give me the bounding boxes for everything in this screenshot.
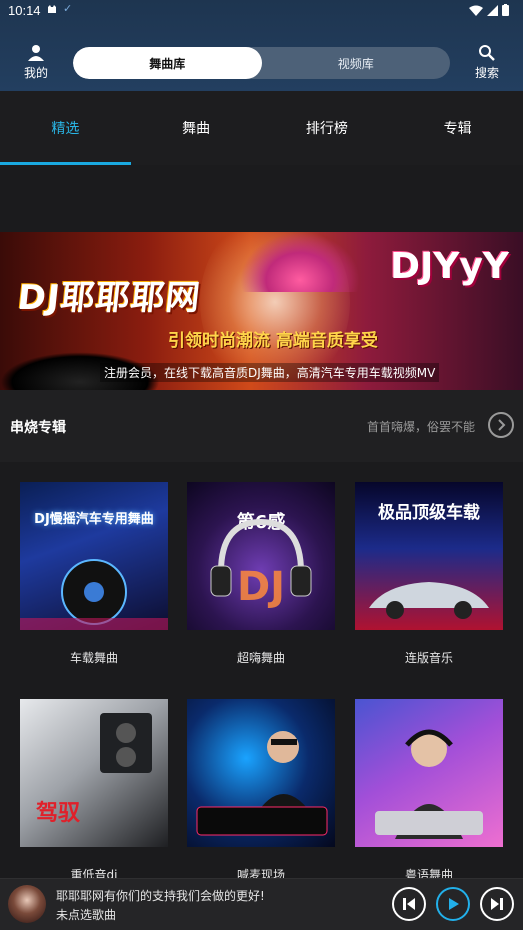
tab-video-library[interactable]: 视频库 [262, 47, 451, 79]
section-title: 串烧专辑 [10, 420, 66, 436]
status-bar: 10:14 ✓ [0, 0, 523, 22]
search-button[interactable]: 搜索 [465, 44, 509, 84]
battery-icon [502, 4, 509, 16]
tab-dance-library[interactable]: 舞曲库 [73, 47, 262, 79]
check-icon: ✓ [63, 2, 73, 15]
avatar [8, 885, 46, 923]
dj-mixer-icon [196, 731, 328, 836]
previous-icon [403, 898, 415, 910]
status-time: 10:14 [8, 3, 41, 18]
status-icons [469, 4, 509, 16]
headphones-icon: DJ [210, 518, 312, 610]
album-cover [187, 699, 335, 847]
album-cover: 驾驭 [20, 699, 168, 847]
album-cover [355, 699, 503, 847]
cover-text: 驾驭 [36, 801, 81, 826]
album-card[interactable]: 粤语舞曲 [355, 699, 503, 883]
turntable-icon [20, 559, 168, 630]
banner-brand-logo: DJYyY [390, 246, 509, 287]
album-card[interactable]: 驾驭 重低音dj [20, 699, 168, 883]
album-cover: 第6感 DJ [187, 482, 335, 630]
chevron-right-icon [498, 419, 506, 431]
category-tabs: 精选 舞曲 排行榜 专辑 [0, 91, 523, 165]
album-name: 连版音乐 [404, 651, 453, 665]
mine-label: 我的 [23, 66, 48, 80]
mini-player[interactable]: 耶耶耶网有你们的支持我们会做的更好! 未点选歌曲 [0, 878, 523, 930]
signal-icon [487, 4, 498, 16]
promo-banner[interactable]: DJ耶耶耶网 DJYyY 引领时尚潮流 高端音质享受 注册会员，在线下载高音质D… [0, 232, 523, 390]
player-message: 耶耶耶网有你们的支持我们会做的更好! [56, 889, 265, 903]
album-cover: 极品顶级车载 [355, 482, 503, 630]
banner-slogan: 引领时尚潮流 高端音质享受 [168, 331, 378, 351]
album-name: 车载舞曲 [69, 651, 118, 665]
next-button[interactable] [480, 887, 514, 921]
album-card[interactable]: 喊麦现场 [187, 699, 335, 883]
album-name: 超嗨舞曲 [236, 651, 285, 665]
banner-brand: DJ耶耶耶网 [15, 278, 203, 318]
album-card[interactable]: DJ慢摇汽车专用舞曲 车载舞曲 [20, 482, 168, 666]
player-song-status: 未点选歌曲 [56, 908, 117, 922]
banner-subtitle: 注册会员，在线下载高音质DJ舞曲，高清汽车专用车载视频MV [100, 363, 440, 382]
app-header: 10:14 ✓ 我的 舞曲库 视频库 搜索 [0, 0, 523, 91]
section-more-button[interactable] [488, 412, 514, 438]
app-notification-icon [48, 5, 56, 13]
next-icon [491, 898, 503, 910]
tab-ranking[interactable]: 排行榜 [262, 91, 393, 165]
car-icon [369, 582, 489, 619]
dj-headphones-icon [375, 729, 483, 839]
search-icon [479, 45, 495, 61]
cover-text: DJ慢摇汽车专用舞曲 [34, 512, 154, 527]
album-cover: DJ慢摇汽车专用舞曲 [20, 482, 168, 630]
cover-text: 极品顶级车载 [378, 503, 480, 523]
play-button[interactable] [436, 887, 470, 921]
tab-featured[interactable]: 精选 [0, 91, 131, 165]
album-grid: DJ慢摇汽车专用舞曲 车载舞曲 第6感 DJ 超嗨舞曲 极品顶级车载 连版音乐 … [0, 462, 523, 882]
mine-button[interactable]: 我的 [14, 44, 58, 84]
section-description: 首首嗨爆，俗罢不能 [366, 420, 475, 434]
album-card[interactable]: 第6感 DJ 超嗨舞曲 [187, 482, 335, 666]
previous-button[interactable] [392, 887, 426, 921]
tab-dance[interactable]: 舞曲 [131, 91, 262, 165]
user-icon [28, 45, 44, 61]
section-header: 串烧专辑 首首嗨爆，俗罢不能 [0, 390, 523, 462]
svg-text:DJ: DJ [237, 564, 285, 610]
tab-albums[interactable]: 专辑 [392, 91, 523, 165]
banner-character [240, 232, 360, 292]
search-label: 搜索 [474, 66, 499, 80]
library-switch: 舞曲库 视频库 [73, 47, 450, 79]
wifi-icon [469, 5, 483, 16]
album-card[interactable]: 极品顶级车载 连版音乐 [355, 482, 503, 666]
play-icon [449, 898, 459, 910]
